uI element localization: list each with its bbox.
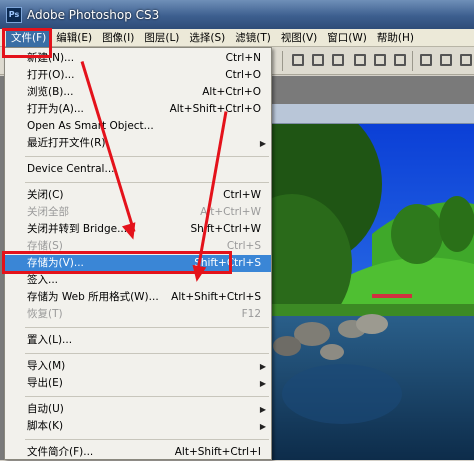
align-top-icon[interactable] <box>292 54 304 66</box>
shortcut-label: Alt+Shift+Ctrl+O <box>169 103 261 115</box>
menu-item-export[interactable]: 导出(E) ▶ <box>5 375 271 392</box>
align-right-icon[interactable] <box>394 54 406 66</box>
submenu-arrow-icon: ▶ <box>259 422 266 431</box>
menu-item-revert[interactable]: 恢复(T) F12 <box>5 306 271 323</box>
menu-item-label: 打开(O)... <box>27 69 75 81</box>
menu-item-close-all[interactable]: 关闭全部 Alt+Ctrl+W <box>5 204 271 221</box>
menu-separator <box>25 327 269 328</box>
menu-select[interactable]: 选择(S) <box>184 29 230 47</box>
menu-item-label: 脚本(K) <box>27 420 64 432</box>
menu-item-label: 导入(M) <box>27 360 66 372</box>
shortcut-label: Ctrl+O <box>225 69 261 81</box>
menu-item-label: 导出(E) <box>27 377 63 389</box>
shortcut-label: F12 <box>241 308 261 320</box>
align-middle-icon[interactable] <box>312 54 324 66</box>
menu-help[interactable]: 帮助(H) <box>372 29 419 47</box>
menu-item-open-smart-object[interactable]: Open As Smart Object... <box>5 118 271 135</box>
menu-item-label: 关闭全部 <box>27 206 69 218</box>
menu-item-label: 关闭并转到 Bridge... <box>27 223 128 235</box>
menu-filter[interactable]: 滤镜(T) <box>230 29 276 47</box>
distribute-middle-icon[interactable] <box>440 54 452 66</box>
menu-item-label: 签入... <box>27 274 59 286</box>
menu-item-recent-files[interactable]: 最近打开文件(R) ▶ <box>5 135 271 152</box>
menu-item-open[interactable]: 打开(O)... Ctrl+O <box>5 67 271 84</box>
shortcut-label: Shift+Ctrl+W <box>190 223 261 235</box>
document-photo <box>272 124 474 460</box>
distribute-top-icon[interactable] <box>420 54 432 66</box>
menu-separator <box>25 396 269 397</box>
menu-item-label: 打开为(A)... <box>27 103 84 115</box>
annotation-box-file-menu <box>2 28 52 58</box>
shortcut-label: Ctrl+W <box>223 189 261 201</box>
shortcut-label: Alt+Ctrl+O <box>202 86 261 98</box>
menu-item-label: Device Central... <box>27 163 115 175</box>
menu-item-scripts[interactable]: 脚本(K) ▶ <box>5 418 271 435</box>
toolbar-divider <box>282 51 283 71</box>
annotation-arrow-head-icon <box>189 264 207 284</box>
menu-item-label: 文件简介(F)... <box>27 446 94 458</box>
submenu-arrow-icon: ▶ <box>259 139 266 148</box>
shortcut-label: Ctrl+N <box>225 52 261 64</box>
menu-bar: 文件(F) 编辑(E) 图像(I) 图层(L) 选择(S) 滤镜(T) 视图(V… <box>0 28 474 47</box>
window-title: Adobe Photoshop CS3 <box>27 7 160 22</box>
distribute-bottom-icon[interactable] <box>460 54 472 66</box>
menu-item-label: 最近打开文件(R) <box>27 137 106 149</box>
menu-item-label: 恢复(T) <box>27 308 63 320</box>
menu-image[interactable]: 图像(I) <box>97 29 139 47</box>
align-left-icon[interactable] <box>354 54 366 66</box>
menu-item-browse[interactable]: 浏览(B)... Alt+Ctrl+O <box>5 84 271 101</box>
align-center-icon[interactable] <box>374 54 386 66</box>
menu-window[interactable]: 窗口(W) <box>322 29 372 47</box>
menu-item-open-as[interactable]: 打开为(A)... Alt+Shift+Ctrl+O <box>5 101 271 118</box>
menu-item-automate[interactable]: 自动(U) ▶ <box>5 401 271 418</box>
menu-edit[interactable]: 编辑(E) <box>51 29 97 47</box>
title-bar: Ps Adobe Photoshop CS3 <box>0 0 474 29</box>
photoshop-logo-icon: Ps <box>6 6 22 23</box>
menu-item-device-central[interactable]: Device Central... <box>5 161 271 178</box>
menu-item-label: 自动(U) <box>27 403 64 415</box>
menu-item-label: 关闭(C) <box>27 189 64 201</box>
menu-item-save-for-web[interactable]: 存储为 Web 所用格式(W)... Alt+Shift+Ctrl+S <box>5 289 271 306</box>
menu-layer[interactable]: 图层(L) <box>139 29 184 47</box>
menu-item-label: 存储为 Web 所用格式(W)... <box>27 291 159 303</box>
menu-item-label: Open As Smart Object... <box>27 120 154 132</box>
submenu-arrow-icon: ▶ <box>259 405 266 414</box>
menu-item-label: 浏览(B)... <box>27 86 74 98</box>
menu-separator <box>25 182 269 183</box>
menu-item-place[interactable]: 置入(L)... <box>5 332 271 349</box>
menu-item-import[interactable]: 导入(M) ▶ <box>5 358 271 375</box>
menu-item-file-info[interactable]: 文件简介(F)... Alt+Shift+Ctrl+I <box>5 444 271 461</box>
menu-item-check-in[interactable]: 签入... <box>5 272 271 289</box>
menu-separator <box>25 439 269 440</box>
menu-separator <box>25 353 269 354</box>
shortcut-label: Alt+Shift+Ctrl+I <box>174 446 261 458</box>
shortcut-label: Alt+Shift+Ctrl+S <box>171 291 261 303</box>
align-bottom-icon[interactable] <box>332 54 344 66</box>
submenu-arrow-icon: ▶ <box>259 379 266 388</box>
menu-view[interactable]: 视图(V) <box>276 29 322 47</box>
document-title-bar[interactable] <box>272 104 474 124</box>
menu-separator <box>25 156 269 157</box>
toolbar-divider <box>412 51 413 71</box>
menu-item-close[interactable]: 关闭(C) Ctrl+W <box>5 187 271 204</box>
submenu-arrow-icon: ▶ <box>259 362 266 371</box>
menu-item-label: 置入(L)... <box>27 334 73 346</box>
